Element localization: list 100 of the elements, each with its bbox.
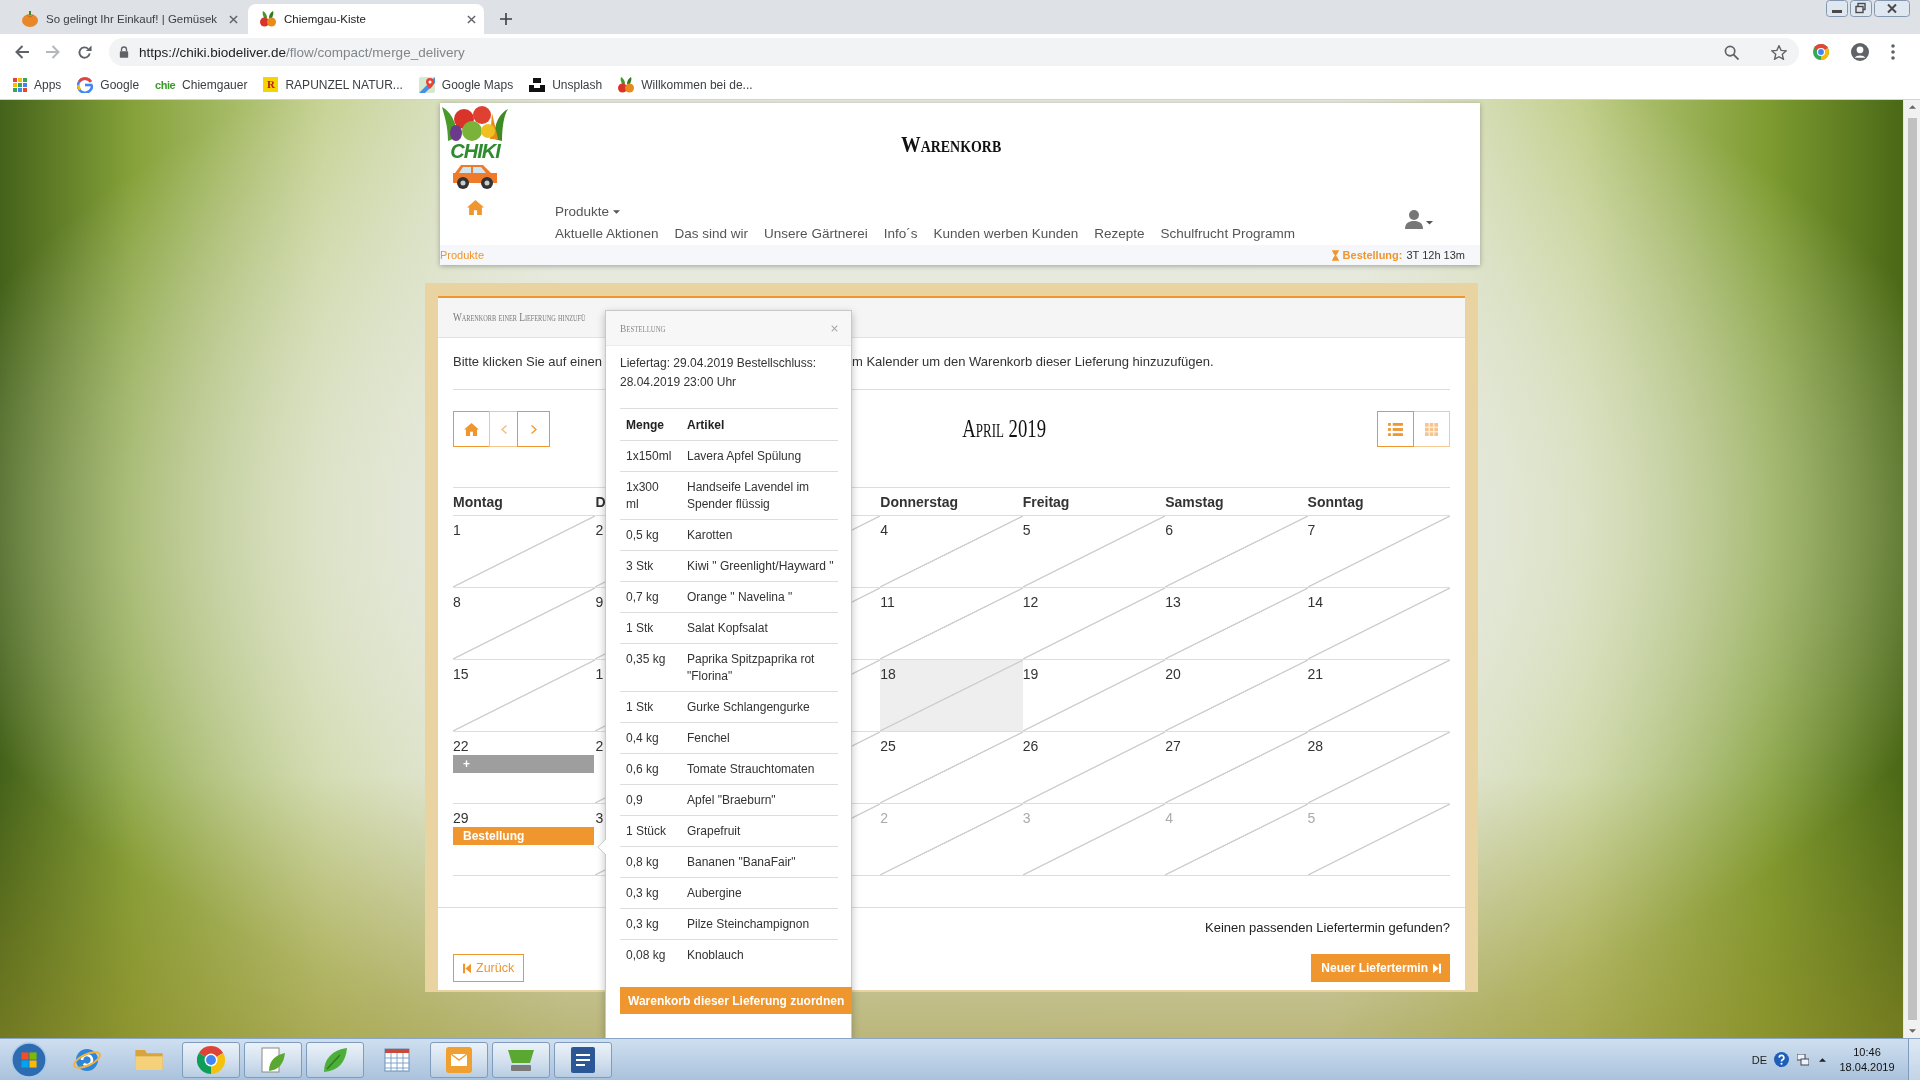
day-number: 7 (1307, 521, 1316, 539)
column-header: Artikel (687, 417, 726, 434)
back-icon[interactable] (14, 44, 30, 60)
day-number: 28 (1307, 737, 1324, 755)
restore-icon[interactable] (1850, 0, 1872, 17)
panel-heading: Warenkorb einer Lieferung hinzufü (453, 310, 586, 325)
calendar-day[interactable]: 29 Bestellung (453, 803, 596, 875)
day-number: 29 (453, 809, 469, 827)
favicon-tile: R (263, 77, 279, 92)
quantity-cell-text: 1 Stk (625, 699, 655, 716)
color-wheel-icon[interactable] (197, 1045, 225, 1074)
magnifier-icon[interactable] (1724, 44, 1739, 60)
quantity-cell-text: 0,9 (625, 792, 644, 809)
today-button[interactable] (453, 411, 490, 447)
bookmark[interactable]: Apps (13, 77, 62, 92)
caret-up-icon[interactable] (1819, 1057, 1826, 1062)
nav-link[interactable]: Rezepte (1094, 225, 1145, 243)
cart-icon[interactable] (508, 1048, 534, 1071)
previous-month-button[interactable] (489, 411, 518, 447)
nav-link[interactable]: Das sind wir (674, 225, 749, 243)
nav-link[interactable]: Aktuelle Aktionen (555, 225, 659, 243)
nav-dropdown[interactable]: Produkte (555, 203, 621, 221)
leaf-icon[interactable] (322, 1047, 348, 1072)
day-number: 3 (595, 809, 604, 827)
quantity-cell-text: 0,3 kg (625, 885, 660, 902)
user-menu-icon[interactable] (1405, 210, 1433, 229)
plus-icon[interactable] (500, 13, 512, 25)
scrollbar-thumb[interactable] (1907, 118, 1917, 1020)
home-icon[interactable] (467, 200, 484, 215)
article-cell-text: Karotten (687, 527, 734, 544)
nav-link[interactable]: Kunden werben Kunden (933, 225, 1079, 243)
reload-icon[interactable] (76, 44, 92, 60)
calendar-day[interactable]: 22 + (453, 731, 596, 803)
view-button[interactable] (1377, 411, 1414, 447)
logo-text[interactable]: CHIKI (450, 141, 500, 161)
chevron-left-icon (500, 424, 507, 434)
taskbar-button[interactable] (182, 1041, 240, 1078)
timer-value: 3T 12h 13m (1406, 249, 1465, 261)
nav-link[interactable]: Schulfrucht Programm (1160, 225, 1295, 243)
day-number: 1 (595, 665, 604, 683)
view-button[interactable] (1413, 411, 1450, 447)
bookmark[interactable]: R RAPUNZEL NATUR... (263, 77, 403, 92)
calendar-title: April 2019 (962, 414, 1046, 444)
apps-icon (13, 77, 27, 92)
scroll-down-icon[interactable] (1908, 1029, 1916, 1033)
quantity-cell-text: 0,6 kg (625, 761, 660, 778)
pumpkin-icon (22, 11, 38, 27)
quantity-cell-text: 0,4 kg (625, 730, 660, 747)
article-cell-text: Pilze Steinchampignon (687, 916, 811, 933)
instruction-text: m Kalender um den Warenkorb dieser Lieferung hinzuzufügen. (852, 353, 1214, 371)
bookmark[interactable]: Google Maps (418, 76, 514, 93)
caret-icon (613, 210, 621, 214)
help-icon[interactable] (1774, 1052, 1789, 1067)
bookmark[interactable]: Willkommen bei de... (618, 76, 753, 93)
taskbar-button[interactable] (492, 1041, 550, 1078)
spreadsheet-icon[interactable] (384, 1047, 410, 1072)
network-icon[interactable] (1797, 1053, 1809, 1066)
nav-link[interactable]: Unsere Gärtnerei (764, 225, 868, 243)
scroll-up-icon[interactable] (1908, 105, 1916, 109)
weekday-header: Montag (453, 487, 596, 515)
close-icon[interactable] (229, 14, 238, 24)
address-bar[interactable]: https://chiki.biodeliver.de/flow/compact/merge_delivery (109, 38, 1799, 66)
bookmark[interactable]: chie Chiemgauer (155, 77, 248, 92)
taskbar-button[interactable] (244, 1041, 302, 1078)
close-icon[interactable] (1874, 0, 1910, 17)
show-desktop-button[interactable] (1908, 1039, 1920, 1080)
clock[interactable]: 10:46 18.04.2019 (1840, 1044, 1894, 1075)
browser-tab[interactable]: So gelingt Ihr Einkauf! | Gemüsek (10, 4, 246, 34)
day-number: 4 (1165, 809, 1173, 827)
account-icon[interactable] (1851, 43, 1869, 61)
close-icon[interactable] (467, 14, 476, 24)
timer-label: Bestellung: (1342, 249, 1403, 261)
start-orb-icon[interactable] (11, 1041, 47, 1078)
bookmark[interactable]: Google (77, 76, 140, 93)
day-number: 14 (1307, 593, 1324, 611)
day-number: 6 (1165, 521, 1173, 539)
next-month-button[interactable] (517, 411, 550, 447)
day-number: 2 (595, 737, 604, 755)
language-indicator[interactable]: DE (1751, 1053, 1767, 1066)
article-cell-text: Knoblauch (687, 947, 745, 964)
article-cell-text: Fenchel (687, 730, 731, 747)
vegetables-drawing[interactable] (442, 105, 508, 141)
menu-icon[interactable] (1891, 44, 1895, 60)
article-cell-text: Tomate Strauchtomaten (687, 761, 816, 778)
scrollbar[interactable] (1903, 100, 1920, 1038)
day-number: 15 (453, 665, 469, 683)
article-cell-text: Gurke Schlangengurke (687, 699, 811, 716)
taskbar-button[interactable] (554, 1041, 612, 1078)
ring-icon (77, 76, 94, 93)
day-number: 11 (880, 593, 895, 611)
minimize-icon[interactable] (1826, 0, 1848, 17)
star-icon[interactable] (1771, 44, 1787, 60)
document-tile-icon[interactable] (571, 1046, 595, 1073)
envelope-tile-icon[interactable] (446, 1046, 472, 1073)
bookmark[interactable]: Unsplash (529, 77, 603, 92)
browser-tab[interactable]: Chiemgau-Kiste (248, 4, 484, 34)
color-circle-icon[interactable] (1813, 44, 1829, 60)
nav-link[interactable]: Info´s (883, 225, 918, 243)
article-cell-text: Apfel "Braeburn" (687, 792, 777, 809)
leaf-document-icon[interactable] (260, 1046, 286, 1073)
